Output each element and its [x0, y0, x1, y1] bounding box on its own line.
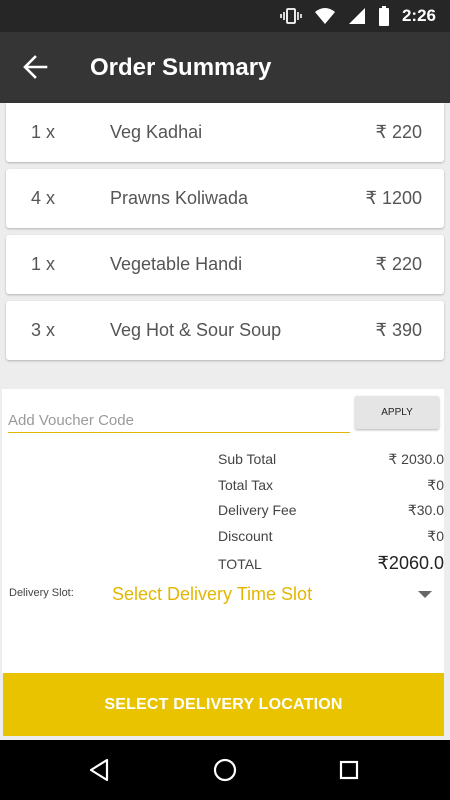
- back-triangle-icon[interactable]: [88, 758, 110, 782]
- delivery-slot-label: Delivery Slot:: [9, 587, 74, 599]
- order-item[interactable]: 3 x Veg Hot & Sour Soup ₹ 390: [6, 301, 444, 360]
- sub-total-value: ₹ 2030.0: [388, 451, 444, 467]
- item-price: ₹ 220: [375, 254, 423, 274]
- select-delivery-location-button[interactable]: SELECT DELIVERY LOCATION: [3, 673, 444, 736]
- status-icons: 2:26: [280, 6, 436, 26]
- voucher-code-input[interactable]: [8, 409, 350, 433]
- delivery-slot-dropdown[interactable]: Select Delivery Time Slot: [112, 584, 312, 605]
- delivery-fee-value: ₹30.0: [407, 502, 444, 518]
- apply-voucher-button[interactable]: APPLY: [355, 396, 439, 429]
- recents-square-icon[interactable]: [339, 760, 359, 780]
- dropdown-arrow-icon[interactable]: [418, 591, 432, 598]
- item-quantity: 4 x: [31, 188, 56, 208]
- tax-label: Total Tax: [218, 477, 273, 493]
- item-name: Veg Kadhai: [110, 122, 203, 142]
- status-time: 2:26: [401, 6, 436, 25]
- item-price: ₹ 390: [375, 320, 423, 340]
- status-bar: 2:26: [0, 0, 450, 32]
- item-quantity: 1 x: [31, 254, 56, 274]
- system-nav-bar: [0, 740, 450, 800]
- sub-total-label: Sub Total: [218, 451, 277, 467]
- order-items-list: 1 x Veg Kadhai ₹ 220 4 x Prawns Koliwada…: [6, 103, 444, 367]
- app-bar: Order Summary: [0, 32, 450, 103]
- item-price: ₹ 1200: [365, 188, 423, 208]
- signal-icon: [348, 8, 365, 24]
- item-name: Veg Hot & Sour Soup: [110, 320, 282, 340]
- back-arrow-icon[interactable]: [22, 54, 48, 80]
- vibrate-icon: [280, 8, 302, 24]
- battery-icon: [378, 6, 389, 26]
- total-label: TOTAL: [218, 556, 262, 572]
- wifi-icon: [314, 8, 335, 24]
- delivery-fee-label: Delivery Fee: [218, 502, 297, 518]
- home-circle-icon[interactable]: [213, 758, 237, 782]
- summary-panel: APPLY Sub Total ₹ 2030.0 Total Tax ₹0 De…: [2, 389, 444, 674]
- item-name: Prawns Koliwada: [110, 188, 249, 208]
- page-title: Order Summary: [90, 54, 272, 81]
- order-item[interactable]: 1 x Veg Kadhai ₹ 220: [6, 103, 444, 162]
- order-item[interactable]: 1 x Vegetable Handi ₹ 220: [6, 235, 444, 294]
- discount-label: Discount: [218, 528, 273, 544]
- item-quantity: 3 x: [31, 320, 56, 340]
- discount-value: ₹0: [427, 528, 444, 544]
- tax-value: ₹0: [427, 477, 444, 493]
- total-value: ₹2060.0: [377, 553, 444, 573]
- order-item[interactable]: 4 x Prawns Koliwada ₹ 1200: [6, 169, 444, 228]
- item-price: ₹ 220: [375, 122, 423, 142]
- item-quantity: 1 x: [31, 122, 56, 142]
- item-name: Vegetable Handi: [110, 254, 243, 274]
